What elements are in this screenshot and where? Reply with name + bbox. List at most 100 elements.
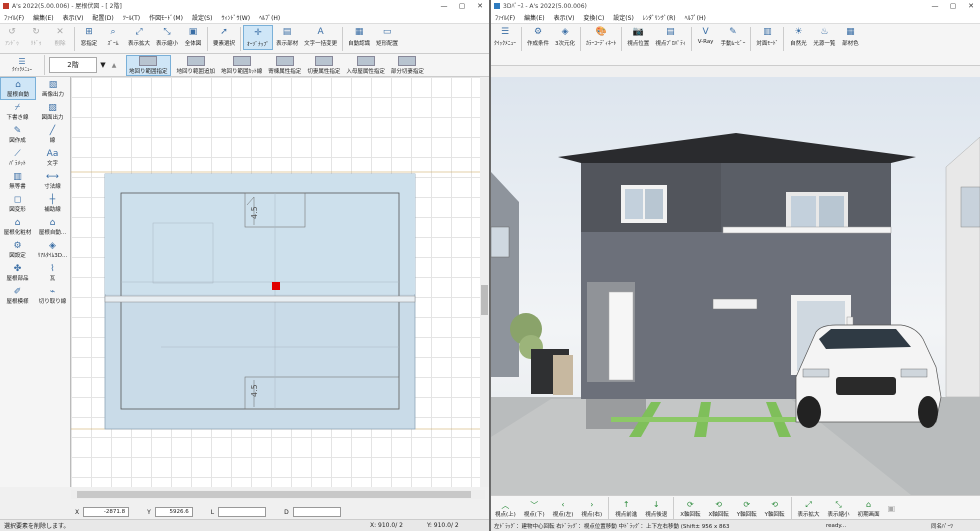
sidebar-item-aux-line[interactable]: ┼ 補助線 [35, 192, 70, 215]
minimize-button[interactable]: — [435, 2, 453, 10]
floor-select[interactable]: 2階 [49, 57, 97, 73]
3d-button[interactable]: ◈ 3次元化 [552, 25, 578, 48]
y-rotate-button[interactable]: ⟳ Y軸回転 [737, 500, 757, 518]
left-menu-item[interactable]: 編集(E) [33, 13, 53, 22]
sidebar-item-draft-line[interactable]: ⌿ 下書き線 [0, 100, 35, 123]
light-source-button[interactable]: ♨ 光源一覧 [810, 25, 838, 48]
right-menu-item[interactable]: 編集(E) [524, 13, 544, 22]
left-menu-item[interactable]: 作図ﾓｰﾄﾞ(M) [149, 13, 183, 22]
vertical-scroll-thumb[interactable] [481, 285, 488, 315]
right-menu-item[interactable]: 変換(C) [583, 13, 604, 22]
natural-light-button[interactable]: ☀ 自然光 [786, 25, 810, 48]
quick-menu-button[interactable]: ☰ ｸｲｯｸﾒﾆｭｰ [491, 25, 519, 48]
osnap-button[interactable]: ✛ ｵｰｿﾞﾅｯﾌﾟ [243, 25, 274, 50]
manual-movie-button[interactable]: ✎ 手動ﾑｰﾋﾞｰ [718, 25, 749, 48]
initial-screen-button[interactable]: ⌂ 初期画面 [858, 500, 880, 518]
materials-button[interactable]: ▦ 部材色 [838, 25, 862, 48]
3d-view[interactable] [491, 77, 980, 495]
coord-y-field[interactable]: 5926.6 [154, 507, 193, 517]
view-property-button[interactable]: ▤ 視点ﾌﾟﾛﾊﾟﾃｨ [652, 25, 688, 48]
view-up-button[interactable]: ︿ 視点(上) [495, 500, 516, 518]
text-change-button[interactable]: A 文字一括変更 [301, 25, 340, 48]
sidebar-item-realtime-3d[interactable]: ◈ ﾘｱﾙﾀｲﾑ3D... [35, 238, 70, 261]
left-menu-item[interactable]: ﾌｧｲﾙ(F) [4, 13, 24, 22]
display-parts-button[interactable]: ▤ 表示部材 [273, 25, 301, 48]
sidebar-item-roof-auto2[interactable]: ⌂ 屋根自動... [35, 215, 70, 238]
sidebar-item-drawing[interactable]: ✎ 図作成 [0, 123, 35, 146]
redo-button[interactable]: ↻ ﾘﾄﾞｩ [24, 25, 48, 48]
create-conditions-button[interactable]: ⚙ 作成条件 [524, 25, 552, 48]
zoom-out-button[interactable]: ⤡ 表示縮小 [153, 25, 181, 48]
mode-button[interactable]: 寄棟属性指定 [268, 55, 301, 75]
sidebar-item-pattern[interactable]: ⟋ ﾊﾟﾗﾒｯﾄ [0, 146, 35, 169]
right-menu-item[interactable]: ﾚﾝﾀﾞﾘﾝｸﾞ(R) [643, 13, 676, 22]
view-back-button[interactable]: ↓ 視点後退 [645, 500, 667, 518]
display-zoom-out-button[interactable]: ⤡ 表示縮小 [828, 500, 850, 518]
left-menu-item[interactable]: 設定(S) [192, 13, 213, 22]
color-coordinate-button[interactable]: 🎨 ｶﾗｰｺｰﾃﾞｨﾈｰﾄ [583, 25, 619, 48]
extra-button[interactable]: ▣ [888, 504, 896, 514]
canvas-horizontal-scrollbar[interactable] [71, 490, 485, 499]
element-select-button[interactable]: ➚ 要素選択 [210, 25, 238, 48]
left-menu-item[interactable]: 配置(D) [92, 13, 113, 22]
floor-dropdown-icon[interactable]: ▼ [97, 61, 109, 69]
maximize-button[interactable]: ▢ [453, 2, 471, 10]
sidebar-item-shape[interactable]: ◻ 図変形 [0, 192, 35, 215]
close-button-3d[interactable]: ✕ [962, 2, 980, 10]
close-button[interactable]: ✕ [471, 2, 489, 10]
sidebar-item-image-output[interactable]: ▧ 画像出力 [36, 77, 70, 100]
x-rotate2-button[interactable]: ⟲ X軸回転 [709, 500, 729, 518]
coord-d-field[interactable] [292, 507, 341, 517]
sidebar-item-roof-auto[interactable]: ⌂ 屋根自動 [0, 77, 36, 100]
maximize-button-3d[interactable]: ▢ [944, 2, 962, 10]
left-menu-item[interactable]: ｳｨﾝﾄﾞｳ(W) [221, 13, 250, 22]
sidebar-item-roof-parts[interactable]: ✤ 屋根部品 [0, 261, 35, 284]
view-left-button[interactable]: ‹ 視点(左) [553, 500, 574, 518]
view-forward-button[interactable]: ↑ 視点前進 [615, 500, 637, 518]
view-down-button[interactable]: ﹀ 視点(下) [524, 500, 545, 518]
sidebar-item-line[interactable]: ╱ 線 [35, 123, 70, 146]
full-view-button[interactable]: ▣ 全体図 [181, 25, 205, 48]
sidebar-item-settings-diagram[interactable]: ⚙ 図設定 [0, 238, 35, 261]
mode-button[interactable]: 入母屋属性指定 [346, 55, 385, 75]
coord-l-field[interactable] [218, 507, 267, 517]
opposite-mode-button[interactable]: ▥ 対面ﾓｰﾄﾞ [753, 25, 781, 48]
delete-button[interactable]: ✕ 削除 [48, 25, 72, 48]
left-menu-item[interactable]: 表示(V) [63, 13, 84, 22]
sidebar-item-dimension[interactable]: ⟷ 寸法線 [35, 169, 70, 192]
auto-recognize-button[interactable]: ▦ 自動認識 [345, 25, 373, 48]
mode-button[interactable]: 切妻属性指定 [307, 55, 340, 75]
sidebar-item-text[interactable]: Aa 文字 [35, 146, 70, 169]
sidebar-item-roof-template[interactable]: ✐ 屋根模様 [0, 284, 35, 307]
right-menu-item[interactable]: 設定(S) [613, 13, 634, 22]
rect-place-button[interactable]: ▭ 矩形配置 [373, 25, 401, 48]
sidebar-item-unsaved[interactable]: ▥ 無等書 [0, 169, 35, 192]
quick-menu-button[interactable]: ☰ ｸｲｯｸﾒﾆｭｰ [0, 55, 45, 75]
y-rotate2-button[interactable]: ⟲ Y軸回転 [765, 500, 785, 518]
region-select-button[interactable]: ⊞ 窓指定 [77, 25, 101, 48]
mode-button[interactable]: 部分切妻指定 [391, 55, 424, 75]
mode-button[interactable]: 地回り範囲ｶｯﾄ線 [221, 55, 262, 75]
right-menu-item[interactable]: ﾌｧｲﾙ(F) [495, 13, 515, 22]
minimize-button-3d[interactable]: — [926, 2, 944, 10]
x-rotate-button[interactable]: ⟳ X軸回転 [680, 500, 700, 518]
zoom-in-button[interactable]: ⤢ 表示拡大 [125, 25, 153, 48]
mode-button[interactable]: 地回り範囲追加 [177, 55, 215, 75]
left-menu-item[interactable]: ﾂｰﾙ(T) [123, 13, 140, 22]
right-menu-item[interactable]: 表示(V) [554, 13, 575, 22]
vray-button[interactable]: V V-Ray [694, 25, 718, 46]
view-right-button[interactable]: › 視点(右) [581, 500, 602, 518]
horizontal-scroll-thumb[interactable] [77, 491, 471, 498]
camera-button[interactable]: 📷 視点位置 [624, 25, 652, 48]
drawing-canvas[interactable]: 4.5 4.5 [71, 77, 485, 487]
left-menu-item[interactable]: ﾍﾙﾌﾟ(H) [259, 13, 280, 22]
display-zoom-in-button[interactable]: ⤢ 表示拡大 [798, 500, 820, 518]
mode-button[interactable]: 地回り範囲指定 [126, 54, 171, 76]
sidebar-item-plan-output[interactable]: ▨ 図面出力 [35, 100, 70, 123]
floor-up-icon[interactable]: ▲ [109, 62, 119, 69]
selection-handle[interactable] [272, 282, 280, 290]
canvas-vertical-scrollbar[interactable] [480, 77, 489, 487]
zoom-button[interactable]: ⌕ ｽﾞｰﾑ [101, 25, 125, 48]
undo-button[interactable]: ↺ ｱﾝﾄﾞｩ [0, 25, 24, 48]
sidebar-item-roof-material[interactable]: ⌂ 屋根化粧材 [0, 215, 35, 238]
